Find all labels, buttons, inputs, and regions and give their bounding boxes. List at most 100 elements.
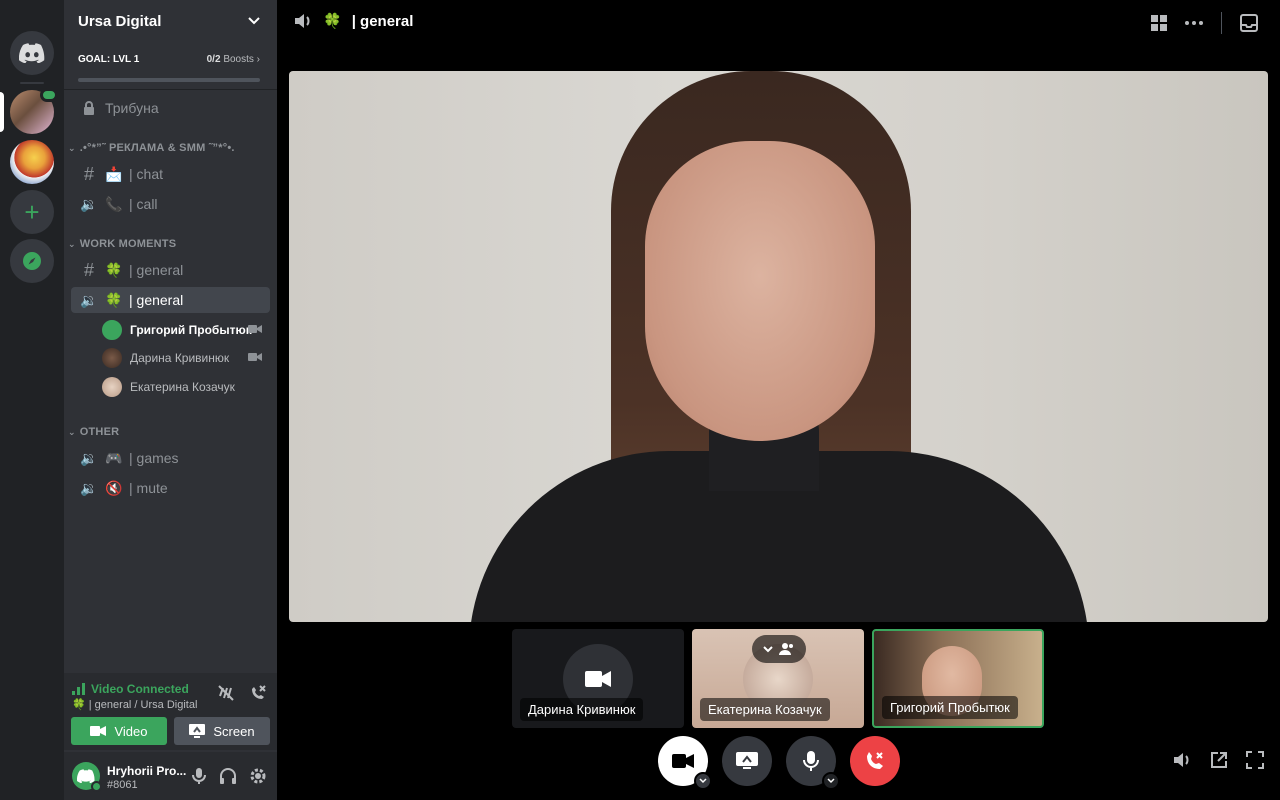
speaker-icon: 🔉 — [80, 195, 98, 212]
user-actions — [191, 767, 267, 785]
avatar[interactable] — [72, 762, 102, 792]
voice-stage: 🍀 | general Дарина Кривинюк Екатерина Ко… — [277, 0, 1280, 800]
channel-label: Трибуна — [105, 100, 159, 116]
category-reklama[interactable]: ⌄ .•°*”˜ РЕКЛАМА & SMM ˜”*°•. — [68, 142, 235, 154]
muted-speaker-emoji-icon: 🔇 — [105, 479, 123, 496]
video-camera-icon — [672, 754, 694, 768]
clover-emoji-icon: 🍀 — [105, 291, 123, 308]
selected-indicator — [0, 92, 4, 132]
people-icon — [779, 643, 793, 655]
participant-tile-ekaterina[interactable]: Екатерина Козачук — [692, 629, 864, 728]
screen-share-icon — [189, 724, 206, 738]
video-live-badge — [40, 88, 58, 102]
clover-emoji-icon: 🍀 — [72, 699, 86, 711]
voice-user-ekaterina[interactable]: Екатерина Козачук — [102, 375, 262, 399]
grid-layout-icon[interactable] — [1151, 15, 1167, 31]
screen-share-button[interactable]: Screen — [174, 717, 270, 745]
voice-user-grigoriy[interactable]: Григорий Пробытюк — [102, 318, 262, 342]
video-button-label: Video — [114, 723, 148, 739]
category-work-moments[interactable]: ⌄ WORK MOMENTS — [68, 238, 176, 250]
gear-icon[interactable] — [249, 767, 267, 785]
user-panel: Hryhorii Pro... #8061 — [64, 752, 277, 800]
lock-icon — [79, 100, 99, 116]
speaker-icon — [293, 12, 313, 30]
focused-video[interactable] — [289, 71, 1268, 622]
chevron-down-icon — [699, 778, 707, 784]
server-ursa-digital[interactable] — [0, 88, 58, 134]
plus-icon: + — [24, 196, 40, 227]
channel-games[interactable]: 🔉 🎮 | games — [71, 445, 270, 471]
video-camera-icon — [90, 726, 107, 736]
screen-share-icon — [736, 752, 758, 769]
clover-emoji-icon: 🍀 — [105, 261, 123, 278]
speaker-icon: 🔉 — [80, 449, 98, 466]
user-tag: #8061 — [107, 779, 138, 791]
channel-call[interactable]: 🔉 📞 | call — [71, 191, 270, 217]
header-divider — [1221, 12, 1222, 34]
channel-general-text[interactable]: # 🍀 | general — [71, 257, 270, 283]
server-header[interactable]: Ursa Digital — [64, 0, 277, 42]
avatar — [102, 320, 122, 340]
voice-connection-panel: Video Connected 🍀 | general / Ursa Digit… — [64, 673, 277, 750]
video-feed-face — [645, 141, 875, 441]
chevron-down-icon — [827, 778, 835, 784]
explore-servers-button[interactable] — [10, 239, 54, 283]
video-toggle-button[interactable]: Video — [71, 717, 167, 745]
hashtag-icon: # — [83, 163, 94, 184]
headphones-icon[interactable] — [219, 767, 237, 785]
popout-icon[interactable] — [1210, 751, 1228, 769]
more-options-icon[interactable] — [1185, 21, 1203, 25]
microphone-options-button[interactable] — [822, 772, 840, 790]
chevron-down-icon: ⌄ — [68, 142, 76, 153]
microphone-icon[interactable] — [191, 767, 207, 785]
channel-sidebar: Ursa Digital GOAL: LVL 1 0/2 Boosts › Тр… — [64, 0, 277, 800]
voice-user-name: Дарина Кривинюк — [130, 351, 230, 365]
channel-tribune[interactable]: Трибуна — [71, 95, 270, 121]
participant-tile-grigoriy[interactable]: Григорий Пробытюк — [872, 629, 1044, 728]
camera-button[interactable] — [658, 736, 712, 790]
stage-utility-actions — [1172, 751, 1264, 769]
screen-button-label: Screen — [213, 723, 255, 739]
channel-general-voice[interactable]: 🔉 🍀 | general — [71, 287, 270, 313]
noise-suppression-icon[interactable] — [217, 684, 235, 702]
server-other[interactable] — [10, 140, 54, 184]
channel-chat[interactable]: # 📩 | chat — [71, 161, 270, 187]
voice-status[interactable]: Video Connected — [72, 682, 189, 696]
clover-emoji-icon: 🍀 — [323, 13, 342, 30]
channel-mute[interactable]: 🔉 🔇 | mute — [71, 475, 270, 501]
category-label: WORK MOMENTS — [79, 238, 177, 250]
category-other[interactable]: ⌄ OTHER — [68, 426, 119, 438]
disconnect-call-button[interactable] — [850, 736, 900, 786]
camera-options-button[interactable] — [694, 772, 712, 790]
category-label: OTHER — [79, 426, 120, 438]
username: Hryhorii Pro... — [107, 764, 187, 778]
channel-title: | general — [351, 12, 414, 30]
voice-user-darina[interactable]: Дарина Кривинюк — [102, 346, 262, 370]
chevron-down-icon: ⌄ — [68, 238, 76, 249]
call-controls — [658, 736, 900, 790]
screen-share-button[interactable] — [722, 736, 772, 786]
microphone-button[interactable] — [786, 736, 840, 790]
voice-channel-info[interactable]: 🍀 | general / Ursa Digital — [72, 698, 197, 711]
avatar — [102, 377, 122, 397]
signal-icon — [72, 683, 85, 695]
speaker-icon: 🔉 — [80, 291, 98, 308]
channel-header: 🍀 | general — [277, 0, 1280, 42]
participant-popout-control[interactable] — [752, 635, 806, 663]
add-server-button[interactable]: + — [10, 190, 54, 234]
server-name: Ursa Digital — [78, 12, 162, 30]
speaker-icon: 🔉 — [80, 479, 98, 496]
inbox-icon[interactable] — [1240, 14, 1258, 32]
fullscreen-icon[interactable] — [1246, 751, 1264, 769]
hang-up-icon — [867, 752, 883, 769]
participant-tiles: Дарина Кривинюк Екатерина Козачук Григор… — [512, 629, 1044, 728]
boost-goal[interactable]: GOAL: LVL 1 0/2 Boosts › — [78, 54, 260, 65]
compass-icon — [23, 252, 41, 270]
category-label: .•°*”˜ РЕКЛАМА & SMM ˜”*°•. — [79, 142, 235, 154]
home-button[interactable] — [10, 31, 54, 75]
participant-tile-darina[interactable]: Дарина Кривинюк — [512, 629, 684, 728]
rail-separator — [20, 82, 44, 84]
volume-icon[interactable] — [1172, 751, 1192, 769]
disconnect-icon[interactable] — [249, 684, 267, 702]
video-camera-icon — [248, 325, 262, 333]
